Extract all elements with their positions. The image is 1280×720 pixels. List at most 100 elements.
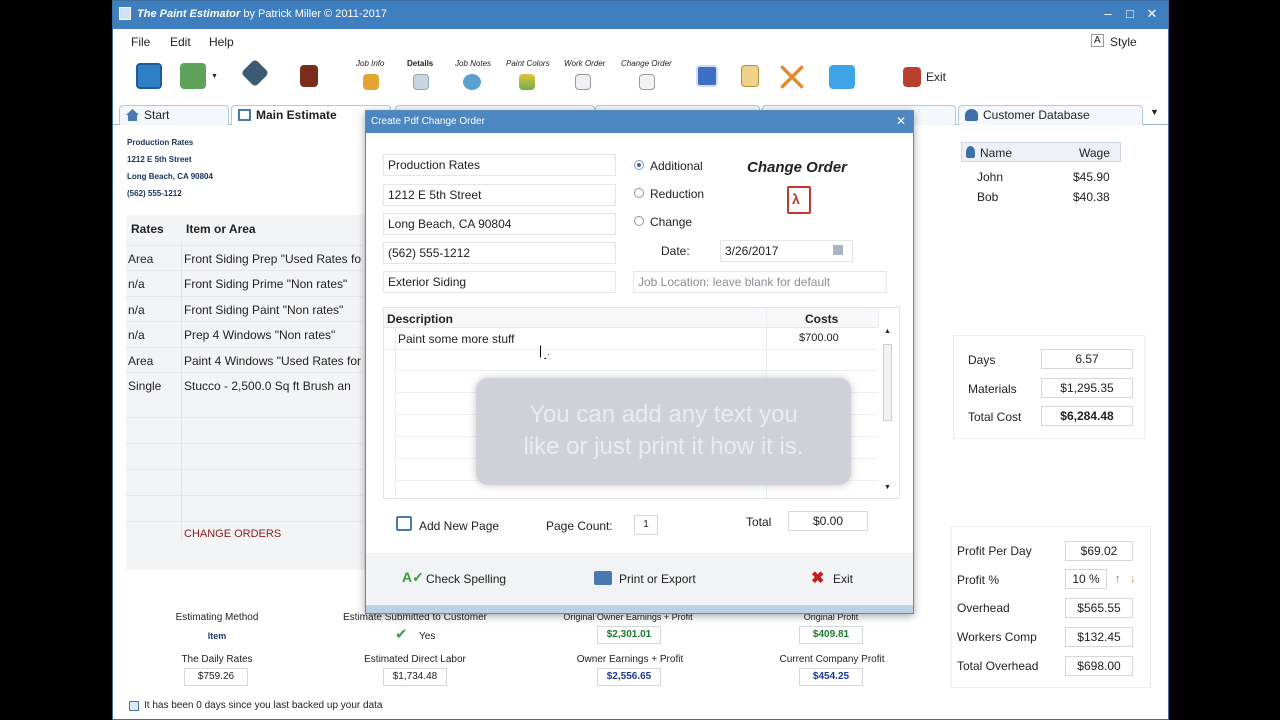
tab-customer-label: Customer Database [983, 108, 1090, 122]
app-icon [119, 7, 131, 20]
estimate-icon [238, 109, 251, 121]
name-field[interactable]: Production Rates [383, 154, 616, 176]
chevron-down-icon[interactable]: ▼ [211, 73, 218, 80]
close-x-icon[interactable]: ✖ [811, 568, 824, 588]
estimating-method-value: Item [207, 631, 227, 641]
table-row[interactable]: n/a Front Siding Prime "Non rates" [126, 270, 376, 296]
close-button[interactable]: ✕ [1142, 5, 1162, 23]
job-location-input[interactable]: Job Location: leave blank for default [633, 271, 887, 293]
page-count-label: Page Count: [546, 519, 613, 533]
table-row[interactable] [126, 443, 376, 469]
table-row[interactable]: Area Paint 4 Windows "Used Rates for [126, 347, 376, 373]
menu-file[interactable]: File [131, 35, 150, 49]
date-label: Date: [661, 244, 690, 258]
address-name: Production Rates [127, 138, 194, 147]
job-info-icon[interactable] [363, 74, 379, 90]
tab-start[interactable]: Start [119, 105, 229, 125]
menu-bar: File Edit Help A Style [113, 29, 1168, 53]
toolbar: ▼ Job Info Details Job Notes Paint Color… [113, 53, 1168, 103]
scroll-up-icon[interactable]: ▲ [884, 328, 891, 335]
change-order-dialog: Create Pdf Change Order ✕ Production Rat… [365, 110, 914, 614]
change-orders-row[interactable]: CHANGE ORDERS [126, 521, 376, 547]
table-row[interactable] [126, 495, 376, 521]
cars-icon[interactable] [180, 63, 206, 89]
scroll-thumb[interactable] [883, 344, 892, 421]
workers-comp-label: Workers Comp [957, 630, 1037, 644]
minimize-button[interactable]: – [1098, 5, 1118, 23]
dialog-footer: A✓ Check Spelling Print or Export ✖ Exit [366, 553, 913, 613]
exit-door-icon[interactable] [903, 67, 921, 87]
printer-icon[interactable] [594, 571, 612, 585]
calendar-dropdown-icon[interactable] [833, 245, 843, 255]
add-page-icon[interactable] [396, 516, 412, 531]
clipboard-icon[interactable] [741, 65, 759, 87]
table-row[interactable]: Area Front Siding Prep "Used Rates fo [126, 245, 376, 271]
paint-colors-icon[interactable] [519, 74, 535, 90]
profit-percent-label: Profit % [957, 573, 1000, 587]
city-field[interactable]: Long Beach, CA 90804 [383, 213, 616, 235]
address-street: 1212 E 5th Street [127, 155, 192, 164]
phone-field[interactable]: (562) 555-1212 [383, 242, 616, 264]
tab-overflow-chevron-icon[interactable]: ▼ [1150, 107, 1159, 117]
radio-reduction-label[interactable]: Reduction [650, 187, 704, 201]
profit-per-day-label: Profit Per Day [957, 544, 1032, 558]
spellcheck-icon[interactable]: A✓ [402, 569, 424, 586]
dialog-exit-button[interactable]: Exit [833, 572, 853, 586]
tools-icon[interactable] [240, 58, 270, 88]
grid-header-description: Description [387, 312, 454, 326]
table-row[interactable] [126, 469, 376, 495]
radio-additional-label[interactable]: Additional [650, 159, 703, 173]
dialog-close-icon[interactable]: ✕ [896, 114, 906, 128]
details-icon[interactable] [413, 74, 429, 90]
direct-labor-value: $1,734.48 [383, 668, 447, 686]
work-order-icon[interactable] [575, 74, 591, 90]
address-city: Long Beach, CA 90804 [127, 172, 213, 181]
save-icon[interactable] [136, 63, 162, 89]
total-overhead-value: $698.00 [1065, 656, 1133, 676]
table-row[interactable] [126, 417, 376, 443]
home-icon [126, 109, 139, 121]
add-new-page-button[interactable]: Add New Page [419, 519, 499, 533]
style-button[interactable]: Style [1110, 35, 1137, 49]
arrow-down-icon[interactable]: ↓ [1130, 573, 1136, 585]
radio-additional[interactable] [634, 160, 644, 170]
menu-edit[interactable]: Edit [170, 35, 191, 49]
arrow-up-icon[interactable]: ↑ [1115, 573, 1121, 585]
customer-header-name: Name [980, 146, 1013, 160]
table-row[interactable]: n/a Prep 4 Windows "Non rates" [126, 321, 376, 347]
tab-customer-database[interactable]: Customer Database [958, 105, 1143, 125]
job-type-field[interactable]: Exterior Siding [383, 271, 616, 293]
customer-row[interactable]: Bob $40.38 [977, 190, 1127, 208]
dialog-title-bar: Create Pdf Change Order ✕ [366, 111, 913, 133]
cross-tools-icon[interactable] [780, 65, 804, 89]
grid-header-costs: Costs [805, 312, 839, 326]
table-row[interactable]: n/a Front Siding Paint "Non rates" [126, 296, 376, 322]
calendar-icon[interactable] [696, 65, 718, 87]
job-notes-icon[interactable] [463, 74, 481, 90]
style-icon[interactable]: A [1091, 34, 1104, 47]
check-spelling-button[interactable]: Check Spelling [426, 572, 506, 586]
toolbar-exit-label[interactable]: Exit [926, 70, 946, 84]
pdf-icon[interactable]: λ [787, 186, 811, 214]
paint-can-icon[interactable] [300, 65, 318, 87]
radio-reduction[interactable] [634, 188, 644, 198]
customer-header: Name Wage [961, 142, 1121, 162]
page-count-input[interactable]: 1 [634, 515, 658, 535]
change-order-icon[interactable] [639, 74, 655, 90]
print-export-button[interactable]: Print or Export [619, 572, 696, 586]
maximize-button[interactable]: □ [1120, 5, 1140, 23]
profit-percent-input[interactable]: 10 % [1065, 569, 1107, 589]
street-field[interactable]: 1212 E 5th Street [383, 184, 616, 206]
radio-change[interactable] [634, 216, 644, 226]
date-picker[interactable]: 3/26/2017 [720, 240, 853, 262]
radio-change-label[interactable]: Change [650, 215, 692, 229]
customer-row[interactable]: John $45.90 [977, 170, 1127, 188]
vertical-scrollbar[interactable]: ▲ ▼ [882, 328, 894, 496]
table-row[interactable]: Paint some more stuff $700.00 [384, 328, 878, 350]
cloud-icon[interactable] [829, 65, 855, 89]
scroll-down-icon[interactable]: ▼ [884, 484, 891, 491]
table-row[interactable]: Single Stucco - 2,500.0 Sq ft Brush an [126, 372, 376, 398]
tab-main-label: Main Estimate [256, 108, 337, 122]
days-label: Days [968, 353, 996, 367]
menu-help[interactable]: Help [209, 35, 234, 49]
